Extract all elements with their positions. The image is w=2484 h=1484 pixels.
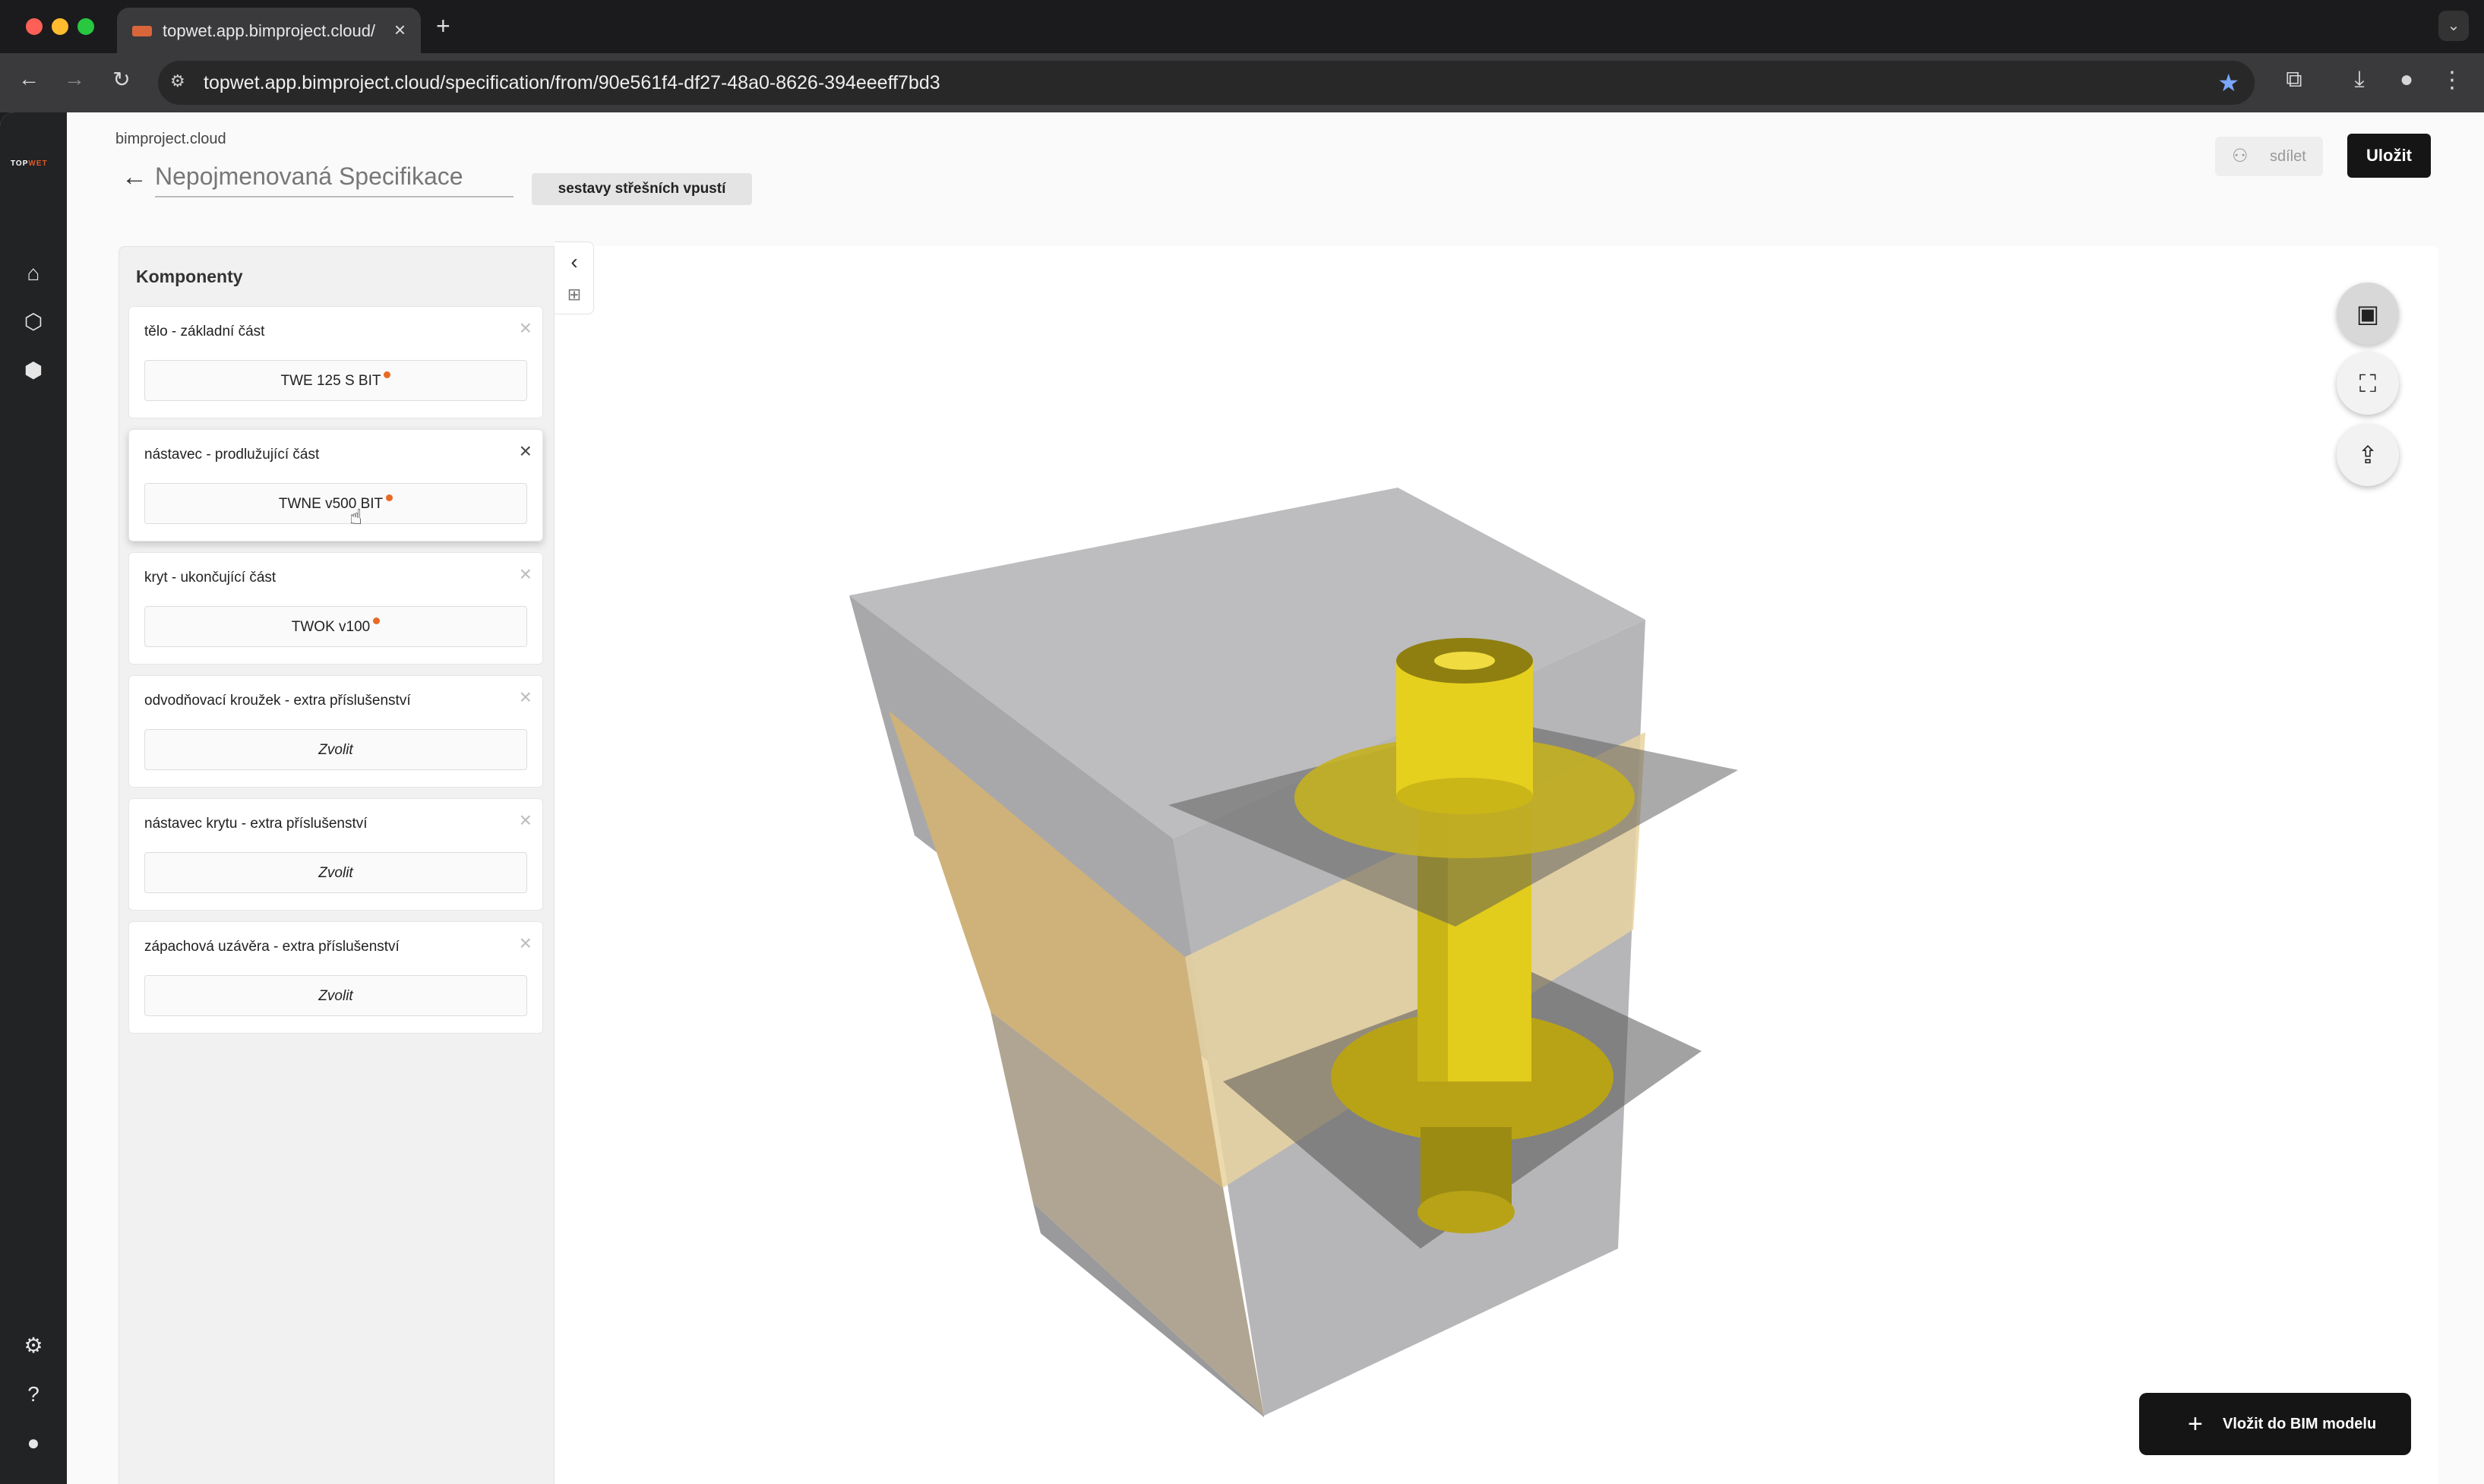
grate-cap-base xyxy=(1396,778,1533,814)
components-panel: Komponenty tělo - základní část × TWE 12… xyxy=(119,246,555,1484)
browser-tab[interactable]: topwet.app.bimproject.cloud/ × xyxy=(117,8,421,53)
brand-text: bimproject.cloud xyxy=(115,131,226,147)
required-dot xyxy=(386,494,393,501)
url-text: topwet.app.bimproject.cloud/specificatio… xyxy=(204,72,940,93)
component-card: nástavec - prodlužující část × TWNE v500… xyxy=(128,429,543,542)
component-label: odvodňovací kroužek - extra příslušenstv… xyxy=(144,693,411,709)
component-select-button[interactable]: Zvolit xyxy=(144,729,527,770)
back-arrow-icon[interactable]: ← xyxy=(122,163,147,192)
component-label: nástavec - prodlužující část xyxy=(144,447,320,463)
component-label: zápachová uzávěra - extra příslušenství xyxy=(144,939,400,955)
help-icon[interactable]: ? xyxy=(18,1379,49,1410)
3d-viewer[interactable]: ▣ ⛶ ⇪ xyxy=(555,246,2438,1484)
remove-component-icon[interactable]: × xyxy=(520,685,532,709)
cube-icon[interactable]: ⬡ xyxy=(18,307,49,337)
component-select-button[interactable]: Zvolit xyxy=(144,975,527,1016)
remove-component-icon[interactable]: × xyxy=(520,931,532,955)
drain-outlet-bottom xyxy=(1417,1191,1515,1233)
component-select-button[interactable]: Zvolit xyxy=(144,852,527,893)
tab-close-icon[interactable]: × xyxy=(394,18,406,42)
browser-toolbar: ← → ↻ ⚙ topwet.app.bimproject.cloud/spec… xyxy=(0,53,2484,112)
export-model-button[interactable]: ⇪ xyxy=(2337,424,2399,486)
browser-tab-bar: topwet.app.bimproject.cloud/ × + ⌄ xyxy=(0,0,2484,53)
component-card: tělo - základní část × TWE 125 S BIT xyxy=(128,306,543,418)
remove-component-icon[interactable]: × xyxy=(520,562,532,586)
component-card: nástavec krytu - extra příslušenství × Z… xyxy=(128,798,543,911)
insert-into-bim-button[interactable]: + Vložit do BIM modelu xyxy=(2139,1393,2411,1455)
components-tree-icon[interactable]: ⊞ xyxy=(555,285,594,305)
screenshot-image-button[interactable]: ▣ xyxy=(2337,283,2399,345)
app-window: TOPWET ⌂ ⬡ ⬢ ⚙ ? ● bimproject.cloud ← Ne… xyxy=(0,112,2484,1484)
roof-drain-3d-model xyxy=(849,488,1738,1417)
component-card: odvodňovací kroužek - extra příslušenstv… xyxy=(128,675,543,788)
forward-arrow-icon[interactable]: → xyxy=(59,67,90,91)
plus-icon: + xyxy=(2188,1410,2203,1438)
remove-component-icon[interactable]: × xyxy=(520,808,532,832)
reload-icon[interactable]: ↻ xyxy=(106,67,137,92)
site-settings-icon[interactable]: ⚙ xyxy=(170,71,193,94)
component-label: nástavec krytu - extra příslušenství xyxy=(144,816,368,832)
profile-icon[interactable]: ● xyxy=(2391,67,2422,93)
category-tag: sestavy střešních vpustí xyxy=(532,173,752,205)
required-dot xyxy=(373,617,381,624)
remove-component-icon[interactable]: × xyxy=(520,439,532,463)
cubes-icon[interactable]: ⬢ xyxy=(18,355,49,386)
new-tab-button[interactable]: + xyxy=(436,12,450,40)
chevron-left-icon[interactable]: ‹ xyxy=(555,250,594,274)
bookmark-star-icon[interactable]: ★ xyxy=(2217,68,2239,97)
specification-title-input[interactable]: Nepojmenovaná Specifikace xyxy=(155,158,514,197)
window-minimize-button[interactable] xyxy=(52,18,68,35)
extensions-puzzle-icon[interactable]: ⧉ xyxy=(2279,67,2309,93)
component-card: zápachová uzávěra - extra příslušenství … xyxy=(128,921,543,1034)
mouse-pointer-icon: ☝ xyxy=(349,505,363,529)
component-select-button[interactable]: TWNE v500 BIT xyxy=(144,483,527,524)
component-select-button[interactable]: TWE 125 S BIT xyxy=(144,360,527,401)
user-account-icon[interactable]: ● xyxy=(18,1428,49,1458)
window-close-button[interactable] xyxy=(26,18,43,35)
window-zoom-button[interactable] xyxy=(77,18,94,35)
sidebar-rail: TOPWET ⌂ ⬡ ⬢ ⚙ ? ● xyxy=(0,112,67,1484)
settings-gear-icon[interactable]: ⚙ xyxy=(18,1331,49,1361)
component-select-button[interactable]: TWOK v100 xyxy=(144,606,527,647)
share-button[interactable]: ⚇ sdílet xyxy=(2215,137,2323,176)
tab-search-chevron-icon[interactable]: ⌄ xyxy=(2438,11,2469,41)
address-bar[interactable]: ⚙ topwet.app.bimproject.cloud/specificat… xyxy=(158,61,2255,105)
remove-component-icon[interactable]: × xyxy=(520,316,532,340)
share-people-icon: ⚇ xyxy=(2232,146,2249,166)
component-label: tělo - základní část xyxy=(144,324,265,339)
panel-title: Komponenty xyxy=(136,267,243,286)
save-button[interactable]: Uložit xyxy=(2347,134,2431,178)
topwet-logo: TOPWET xyxy=(11,159,48,168)
download-icon[interactable]: ⤓ xyxy=(2344,67,2375,93)
component-label: kryt - ukončující část xyxy=(144,570,277,586)
component-card: kryt - ukončující část × TWOK v100 xyxy=(128,552,543,665)
required-dot xyxy=(384,371,391,378)
site-favicon-icon xyxy=(132,26,152,36)
fullscreen-button[interactable]: ⛶ xyxy=(2337,352,2399,415)
tab-title: topwet.app.bimproject.cloud/ xyxy=(163,21,375,40)
back-arrow-icon[interactable]: ← xyxy=(14,67,44,91)
collapse-panel-control[interactable]: ‹ ⊞ xyxy=(555,242,594,314)
grate-centre xyxy=(1434,652,1495,670)
home-icon[interactable]: ⌂ xyxy=(18,258,49,289)
browser-menu-icon[interactable]: ⋮ xyxy=(2437,67,2467,93)
